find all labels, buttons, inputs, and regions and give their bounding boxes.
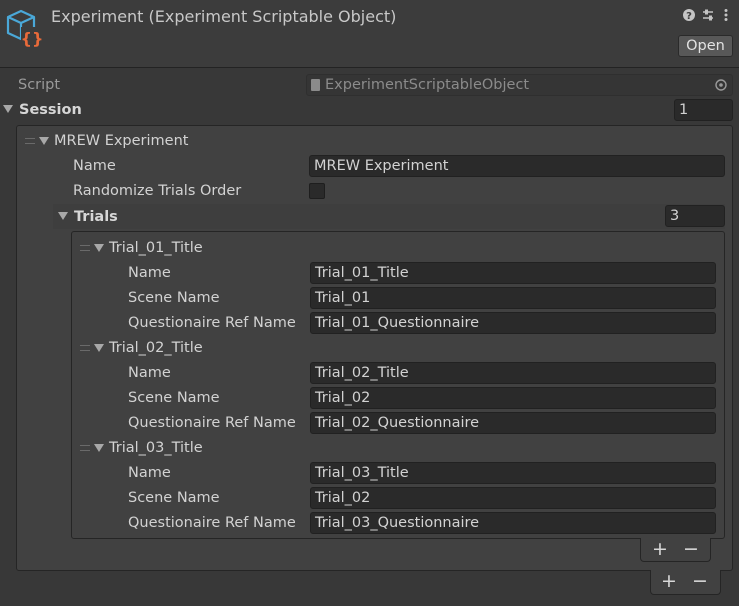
trials-header-bar	[53, 204, 725, 229]
trial-questionnaire-label: Questionaire Ref Name	[128, 415, 296, 431]
trial-scene-label: Scene Name	[128, 290, 220, 306]
preset-sliders-icon[interactable]	[701, 8, 715, 22]
object-picker-icon[interactable]	[714, 78, 728, 92]
trials-foldout-arrow-icon[interactable]	[58, 212, 68, 220]
script-file-icon	[311, 79, 320, 91]
open-button[interactable]: Open	[678, 35, 733, 57]
trials-size-field[interactable]: 3	[665, 205, 725, 227]
script-value: ExperimentScriptableObject	[325, 77, 530, 93]
trial-name-field[interactable]: Trial_02_Title	[310, 362, 716, 384]
drag-handle-icon[interactable]	[80, 445, 90, 451]
trial-foldout-arrow-icon[interactable]	[94, 344, 104, 352]
drag-handle-icon[interactable]	[25, 138, 35, 144]
svg-text:?: ?	[686, 11, 692, 22]
help-icon[interactable]: ?	[682, 8, 696, 22]
session-element-title[interactable]: MREW Experiment	[54, 129, 188, 153]
trial-scene-label: Scene Name	[128, 390, 220, 406]
randomize-trials-checkbox[interactable]	[309, 183, 325, 199]
session-label[interactable]: Session	[19, 98, 82, 122]
session-add-button[interactable]: +	[658, 571, 680, 591]
drag-handle-icon[interactable]	[80, 345, 90, 351]
drag-handle-icon[interactable]	[80, 245, 90, 251]
trial-scene-field[interactable]: Trial_02	[310, 487, 716, 509]
trial-name-field[interactable]: Trial_01_Title	[310, 262, 716, 284]
trial-title[interactable]: Trial_01_Title	[109, 236, 203, 260]
script-label: Script	[18, 77, 61, 93]
script-field[interactable]: ExperimentScriptableObject	[306, 74, 733, 96]
trial-questionnaire-field[interactable]: Trial_01_Questionnaire	[310, 312, 716, 334]
inspector-title: Experiment (Experiment Scriptable Object…	[51, 7, 397, 26]
trial-questionnaire-field[interactable]: Trial_02_Questionnaire	[310, 412, 716, 434]
trial-title[interactable]: Trial_03_Title	[109, 436, 203, 460]
trials-label[interactable]: Trials	[74, 205, 118, 229]
scriptable-object-icon: {}	[4, 8, 44, 48]
trial-scene-label: Scene Name	[128, 490, 220, 506]
kebab-menu-icon[interactable]	[719, 8, 733, 22]
trial-title[interactable]: Trial_02_Title	[109, 336, 203, 360]
trial-foldout-arrow-icon[interactable]	[94, 244, 104, 252]
trials-remove-button[interactable]: −	[680, 539, 702, 559]
element-name-label: Name	[73, 158, 116, 174]
trial-name-label: Name	[128, 465, 171, 481]
session-remove-button[interactable]: −	[689, 571, 711, 591]
trial-scene-field[interactable]: Trial_01	[310, 287, 716, 309]
svg-text:{}: {}	[21, 29, 44, 48]
trial-scene-field[interactable]: Trial_02	[310, 387, 716, 409]
trial-name-label: Name	[128, 365, 171, 381]
element-foldout-arrow-icon[interactable]	[39, 137, 49, 145]
element-name-field[interactable]: MREW Experiment	[309, 155, 725, 177]
trials-add-button[interactable]: +	[649, 539, 671, 559]
randomize-trials-label: Randomize Trials Order	[73, 183, 242, 199]
session-foldout-arrow-icon[interactable]	[3, 105, 13, 113]
trial-questionnaire-field[interactable]: Trial_03_Questionnaire	[310, 512, 716, 534]
trial-foldout-arrow-icon[interactable]	[94, 444, 104, 452]
trial-name-field[interactable]: Trial_03_Title	[310, 462, 716, 484]
session-size-field[interactable]: 1	[674, 99, 733, 121]
trial-name-label: Name	[128, 265, 171, 281]
trial-questionnaire-label: Questionaire Ref Name	[128, 515, 296, 531]
trial-questionnaire-label: Questionaire Ref Name	[128, 315, 296, 331]
